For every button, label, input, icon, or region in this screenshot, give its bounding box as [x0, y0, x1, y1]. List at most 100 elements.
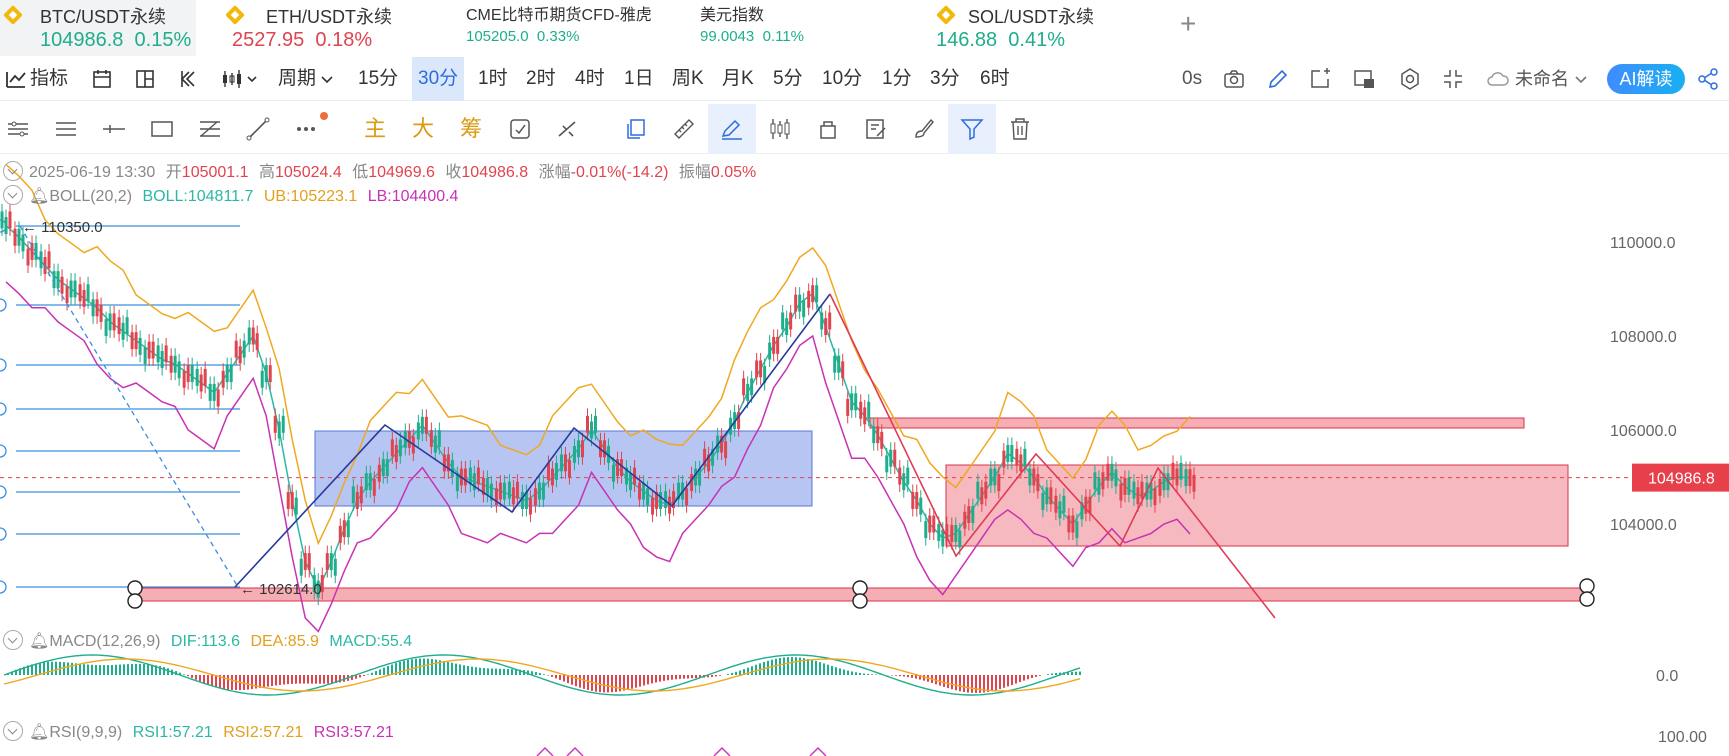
candle-body [802, 300, 806, 318]
candle-body [112, 313, 116, 331]
candle-body [1184, 469, 1188, 487]
candle-body [863, 407, 867, 425]
candle-body [212, 383, 216, 401]
candle-body [195, 368, 199, 386]
candle-body [355, 492, 359, 509]
candle-body [229, 365, 233, 383]
candle-body [56, 271, 60, 289]
candle-body [629, 473, 633, 491]
candle-body [247, 327, 251, 345]
candle-body [742, 378, 746, 396]
candle-body [433, 435, 437, 453]
bell-icon[interactable]: 🔔︎ [29, 633, 49, 650]
macd-dea: DEA:85.9 [250, 633, 319, 650]
macd-name: MACD(12,26,9) [49, 633, 161, 650]
candle-body [659, 492, 663, 509]
current-price-label: 104986.8 [1648, 471, 1715, 488]
candle-body [342, 520, 346, 538]
candle-body [911, 492, 915, 509]
candle-body [580, 440, 584, 458]
collapse-icon[interactable] [3, 185, 23, 205]
candle-body [876, 426, 880, 444]
amplitude-value: 0.05% [710, 164, 757, 181]
candle-body [854, 393, 858, 411]
candle-body [898, 467, 902, 485]
collapse-icon[interactable] [3, 161, 23, 181]
candle-body [906, 467, 910, 485]
candle-body [221, 370, 225, 388]
candle-body [359, 486, 363, 504]
candle-body [463, 468, 467, 486]
candle-body [169, 355, 173, 373]
candle-body [260, 370, 264, 388]
candle-body [1188, 469, 1192, 487]
candle-body [108, 313, 112, 331]
high-value: 105024.4 [275, 164, 342, 181]
candle-body [1132, 481, 1136, 499]
bell-icon[interactable]: 🔔︎ [29, 188, 49, 205]
candle-body [502, 482, 506, 500]
candle-body [130, 332, 134, 350]
candle-body [932, 515, 936, 533]
candle-body [1058, 501, 1062, 519]
rsi-line-segment [566, 747, 584, 756]
candle-body [1136, 487, 1140, 505]
candle-body [125, 317, 129, 335]
candle-body [846, 398, 850, 416]
candle-body [420, 416, 424, 434]
candle-body [507, 481, 511, 499]
candle-body [1071, 515, 1075, 533]
candle-body [0, 211, 4, 229]
candle-body [351, 486, 355, 504]
fib-level-handle [0, 485, 7, 499]
candle-body [576, 440, 580, 458]
rsi3: RSI3:57.21 [313, 724, 394, 741]
candle-body [290, 492, 294, 509]
candle-body [993, 468, 997, 486]
candle-body [238, 346, 242, 364]
candle-body [902, 473, 906, 491]
close-label: 收 [445, 164, 462, 181]
candle-body [646, 488, 650, 506]
candle-body [21, 234, 25, 252]
bell-icon[interactable]: 🔔︎ [29, 724, 49, 741]
candle-body [160, 351, 164, 368]
candle-body [1041, 492, 1045, 510]
candle-body [385, 459, 389, 477]
candle-body [989, 468, 993, 486]
candle-body [60, 276, 64, 294]
macd-row: 🔔︎MACD(12,26,9) DIF:113.6 DEA:85.9 MACD:… [3, 630, 418, 651]
candle-body [394, 445, 398, 462]
candle-body [997, 474, 1001, 492]
candle-body [798, 294, 802, 312]
candle-body [333, 558, 337, 576]
candle-body [173, 355, 177, 373]
candle-body [1067, 515, 1071, 533]
macd-dif: DIF:113.6 [170, 633, 240, 650]
candle-body [156, 345, 160, 363]
candle-body [368, 473, 372, 491]
candle-body [593, 415, 597, 433]
candle-body [690, 474, 694, 492]
candle-body [377, 464, 381, 482]
candle-body [893, 449, 897, 467]
candle-body [255, 333, 259, 351]
candle-body [880, 431, 884, 449]
candle-body [4, 217, 8, 235]
candle-body [1153, 488, 1157, 506]
candle-body [13, 228, 17, 246]
candle-body [8, 211, 12, 229]
candle-body [416, 422, 420, 440]
candle-body [820, 312, 824, 330]
candle-body [26, 248, 30, 266]
fib-level-handle [0, 298, 7, 312]
candle-body [546, 462, 550, 480]
candle-body [104, 319, 108, 336]
candle-body [589, 421, 593, 439]
candle-body [346, 520, 350, 538]
candle-body [138, 337, 142, 355]
candle-body [450, 460, 454, 477]
collapse-icon[interactable] [3, 630, 23, 650]
candle-body [638, 482, 642, 500]
collapse-icon[interactable] [3, 721, 23, 741]
